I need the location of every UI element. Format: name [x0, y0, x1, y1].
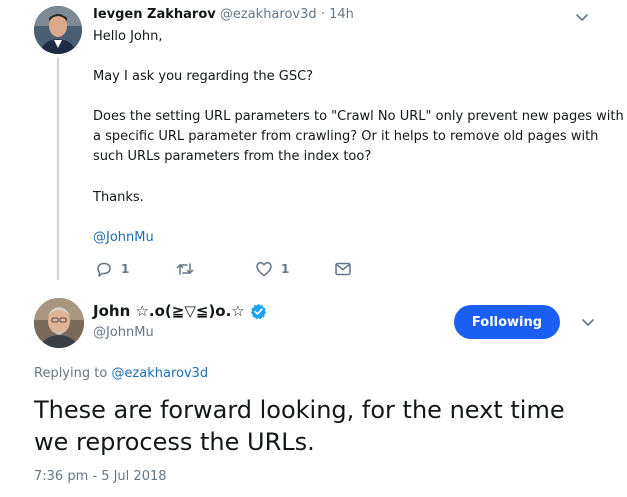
avatar-ievgen[interactable]	[34, 6, 82, 54]
parent-greeting: Hello John,	[93, 29, 163, 44]
main-tweet-text: These are forward looking, for the next …	[34, 396, 565, 456]
parent-question-line-2: a specific URL parameter from crawling? …	[93, 129, 599, 144]
like-action[interactable]: 1	[255, 259, 289, 279]
parent-question-line-3: such URLs parameters from the index too?	[93, 149, 372, 164]
parent-paragraph-ask: May I ask you regarding the GSC?	[93, 69, 314, 84]
parent-author-handle[interactable]: @ezakharov3d	[220, 7, 317, 22]
retweet-icon	[176, 263, 194, 275]
chevron-down-icon[interactable]	[580, 314, 596, 330]
main-author-handle[interactable]: @JohnMu	[93, 325, 154, 340]
parent-tweet-time[interactable]: 14h	[329, 7, 354, 22]
like-count: 1	[281, 262, 290, 276]
main-tweet-author-row: John ☆.o(≧▽≦)o.☆	[93, 300, 267, 322]
parent-author-name[interactable]: Ievgen Zakharov	[93, 7, 216, 22]
retweet-action[interactable]	[176, 259, 202, 279]
reply-count: 1	[121, 262, 130, 276]
thread-connector-line	[57, 58, 59, 280]
chevron-down-icon[interactable]	[574, 9, 590, 25]
avatar-john[interactable]	[34, 298, 84, 348]
replying-to-mention-link[interactable]: @ezakharov3d	[111, 366, 208, 381]
reply-icon	[97, 262, 111, 277]
following-button[interactable]: Following	[454, 305, 560, 339]
replying-to-line: Replying to @ezakharov3d	[34, 366, 208, 381]
parent-question-line-1: Does the setting URL parameters to "Craw…	[93, 109, 624, 124]
direct-message-action[interactable]	[334, 259, 352, 279]
replying-to-prefix: Replying to	[34, 366, 108, 381]
heart-icon	[256, 262, 272, 277]
avatar-ievgen-image	[34, 6, 82, 54]
avatar-john-image	[34, 298, 84, 348]
envelope-icon	[335, 262, 351, 276]
parent-mention-link[interactable]: @JohnMu	[93, 228, 154, 248]
reply-action[interactable]: 1	[95, 259, 129, 279]
main-tweet-timestamp[interactable]: 7:36 pm - 5 Jul 2018	[34, 469, 167, 484]
main-author-name[interactable]: John ☆.o(≧▽≦)o.☆	[93, 302, 245, 320]
parent-tweet-header: Ievgen Zakharov @ezakharov3d · 14h	[93, 7, 354, 22]
parent-thanks: Thanks.	[93, 190, 144, 205]
separator-dot: ·	[320, 7, 325, 22]
verified-badge-icon	[250, 303, 266, 319]
